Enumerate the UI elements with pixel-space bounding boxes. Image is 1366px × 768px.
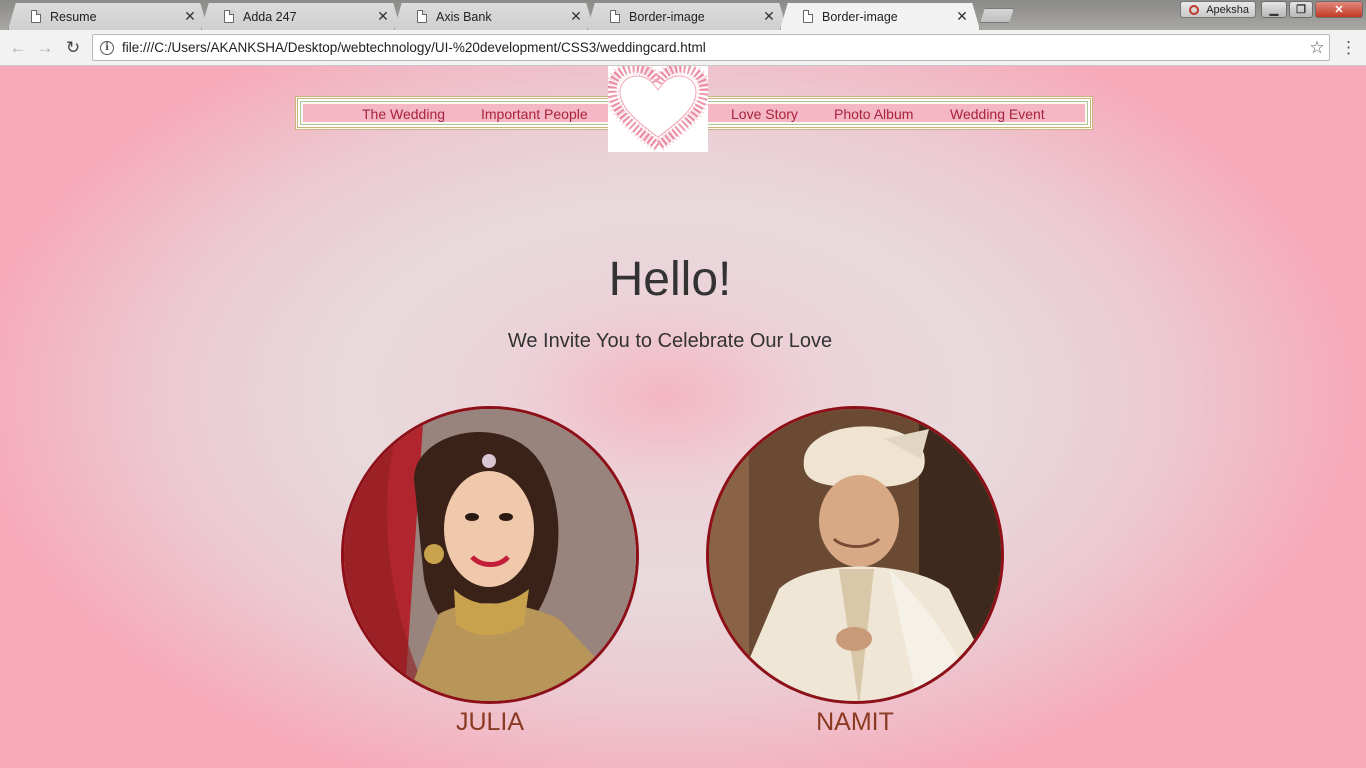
nav-link-love-story[interactable]: Love Story xyxy=(731,106,798,122)
document-icon xyxy=(224,10,234,23)
groom-portrait-image xyxy=(709,409,1001,701)
tab-title: Border-image xyxy=(629,9,705,24)
tab-title: Resume xyxy=(50,9,97,24)
minimize-button[interactable]: ▁ xyxy=(1261,1,1287,18)
close-icon[interactable]: ✕ xyxy=(762,8,776,25)
browser-tab-active[interactable]: Border-image ✕ xyxy=(780,2,980,30)
tab-strip: Resume ✕ Adda 247 ✕ Axis Bank ✕ Border-i… xyxy=(0,0,1366,30)
browser-toolbar: ← → ↻ i file:///C:/Users/AKANKSHA/Deskto… xyxy=(0,30,1366,66)
close-icon[interactable]: ✕ xyxy=(376,8,390,25)
profile-button[interactable]: Apeksha xyxy=(1180,1,1256,18)
info-icon[interactable]: i xyxy=(100,40,114,55)
wedding-card-page: The Wedding Important People Love Story … xyxy=(0,66,1366,768)
browser-tab[interactable]: Resume ✕ xyxy=(8,2,208,30)
browser-tab[interactable]: Border-image ✕ xyxy=(587,2,787,30)
browser-tab[interactable]: Axis Bank ✕ xyxy=(394,2,594,30)
logo[interactable] xyxy=(608,66,708,152)
document-icon xyxy=(803,10,813,23)
nav-link-important-people[interactable]: Important People xyxy=(481,106,588,122)
back-arrow-icon[interactable]: ← xyxy=(7,37,29,59)
document-icon xyxy=(610,10,620,23)
tab-title: Adda 247 xyxy=(243,9,297,24)
new-tab-button[interactable] xyxy=(980,8,1014,23)
tab-title: Axis Bank xyxy=(436,9,492,24)
address-bar[interactable]: i file:///C:/Users/AKANKSHA/Desktop/webt… xyxy=(92,34,1330,61)
nav-link-the-wedding[interactable]: The Wedding xyxy=(362,106,445,122)
nav-link-photo-album[interactable]: Photo Album xyxy=(834,106,913,122)
bride-name: JULIA xyxy=(455,708,525,736)
document-icon xyxy=(31,10,41,23)
window-close-button[interactable]: ✕ xyxy=(1315,1,1363,18)
address-url[interactable]: file:///C:/Users/AKANKSHA/Desktop/webtec… xyxy=(122,40,1305,55)
reload-icon[interactable]: ↻ xyxy=(62,37,84,59)
bride-portrait-image xyxy=(344,409,636,701)
close-icon[interactable]: ✕ xyxy=(569,8,583,25)
tab-title: Border-image xyxy=(822,9,898,24)
maximize-button[interactable]: ❐ xyxy=(1289,1,1313,18)
browser-tab[interactable]: Adda 247 ✕ xyxy=(201,2,401,30)
profile-name: Apeksha xyxy=(1206,3,1249,16)
star-icon[interactable]: ☆ xyxy=(1305,38,1329,58)
groom-name: NAMIT xyxy=(816,708,894,736)
forward-arrow-icon[interactable]: → xyxy=(34,37,56,59)
nav-link-wedding-event[interactable]: Wedding Event xyxy=(950,106,1045,122)
kebab-menu-icon[interactable]: ⋮ xyxy=(1340,37,1357,59)
groom-photo xyxy=(706,406,1004,704)
close-icon[interactable]: ✕ xyxy=(955,8,969,25)
bride-photo xyxy=(341,406,639,704)
person-icon xyxy=(1189,5,1199,15)
lace-heart-icon xyxy=(608,66,708,152)
close-icon[interactable]: ✕ xyxy=(183,8,197,25)
page-subheading: We Invite You to Celebrate Our Love xyxy=(507,330,833,352)
document-icon xyxy=(417,10,427,23)
page-heading: Hello! xyxy=(608,253,732,306)
